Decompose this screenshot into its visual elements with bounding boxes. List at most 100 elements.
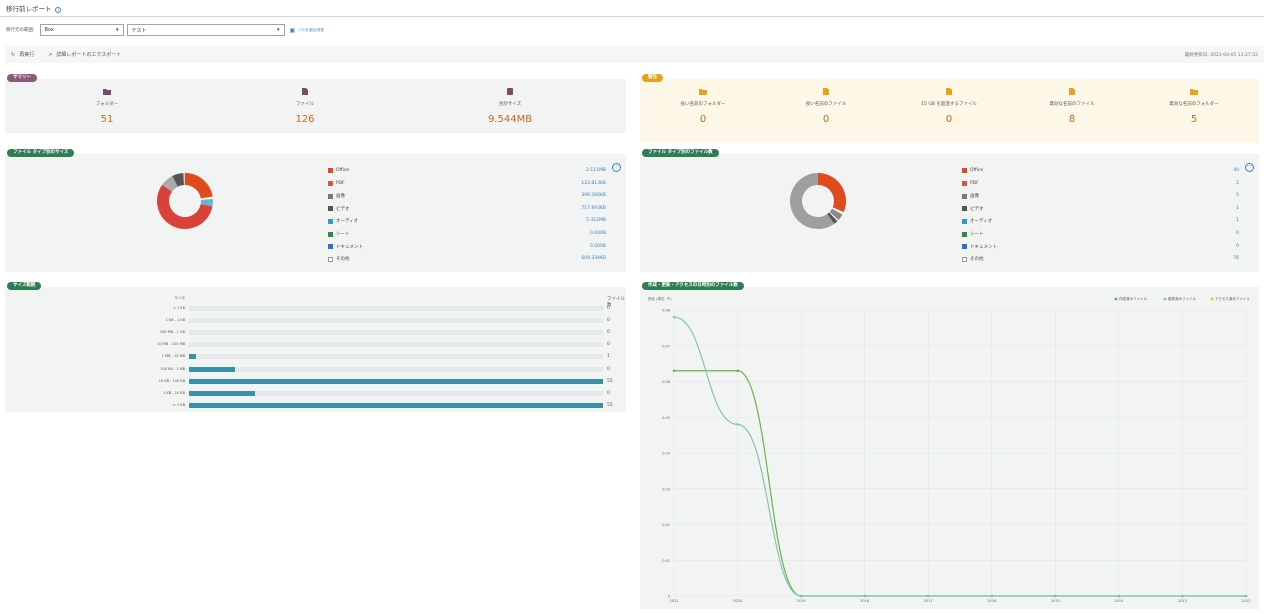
scope-select-value: テスト — [131, 27, 147, 34]
legend-value: 0 — [1236, 243, 1239, 249]
legend-row: 画像 — [328, 193, 345, 199]
path-edit-link[interactable]: パスを追加/変更 — [298, 28, 324, 33]
rerun-button[interactable]: ↻ 再実行 — [11, 51, 34, 59]
data-point[interactable] — [990, 594, 994, 598]
size-range-count: 0 — [607, 318, 610, 324]
warning-value: 5 — [1190, 114, 1198, 125]
data-point[interactable] — [799, 594, 803, 598]
warning-stat: 長い名前のファイル 0 — [771, 88, 881, 125]
chevron-down-icon: ▾ — [116, 27, 119, 33]
legend-label[interactable]: 更新済みファイル — [1168, 296, 1196, 301]
legend-label[interactable]: 作成済みファイル — [1119, 296, 1147, 301]
type-count-panel: Office 40 PDF 2 画像 5 ビデオ 1 オーディオ 1 シート 0 ドキュメント 0 その他 7… — [640, 154, 1259, 272]
y-tick-label: 0.03 — [662, 487, 670, 491]
donut-slice — [829, 211, 839, 222]
export-icon: ⇗ — [48, 51, 53, 58]
file-warning-icon — [1069, 88, 1075, 95]
legend-row: ドキュメント — [328, 244, 363, 250]
size-range-label: 1 MB - 10 MB — [161, 354, 185, 359]
x-tick-label: 2015 — [1051, 599, 1060, 603]
x-tick-label: 2018 — [860, 599, 869, 603]
info-icon[interactable]: i — [55, 6, 62, 13]
last-updated: 最終更新日: 2021-04-05 13:27:52 — [1184, 52, 1258, 58]
legend-label: シート — [970, 232, 984, 237]
x-tick-label: 2013 — [1178, 599, 1187, 603]
size-range-bar-fill — [189, 366, 235, 372]
donut-slice — [817, 173, 846, 213]
y-tick-label: 0.07 — [662, 344, 670, 348]
size-range-count: 0 — [607, 342, 610, 348]
legend-row: ドキュメント — [962, 244, 997, 250]
legend-row: ビデオ — [328, 206, 350, 212]
legend-marker — [1163, 297, 1167, 301]
x-tick-label: 2012 — [1242, 599, 1251, 603]
warning-value: 0 — [822, 114, 830, 125]
scope-select[interactable]: テスト ▾ — [126, 24, 285, 36]
file-icon — [302, 88, 308, 95]
pdf-icon — [962, 180, 967, 186]
folder-warning-icon — [699, 89, 707, 95]
source-select-value: Box — [44, 27, 54, 33]
warning-stat: 無効な名前のファイル 8 — [1017, 88, 1127, 125]
size-range-bar — [189, 366, 603, 372]
legend-label: 画像 — [336, 194, 345, 200]
size-range-label: < 1 KB — [172, 306, 185, 310]
legend-value: 1 — [1236, 218, 1239, 224]
type-count-tag: ファイル タイプ別のファイル数 — [642, 149, 719, 157]
warning-label: 無効な名前のフォルダー — [1169, 102, 1219, 107]
data-point[interactable] — [926, 594, 930, 598]
date-chart-tag: 作成・更新・アクセスの日時別のファイル数 — [642, 282, 744, 290]
sheet-icon — [328, 231, 333, 237]
more-options-button[interactable]: ⋯ — [1245, 163, 1254, 172]
size-range-count: 0 — [607, 390, 610, 396]
y-tick-label: 0.02 — [662, 523, 670, 527]
donut-slice — [831, 207, 844, 215]
legend-value: 2.111MB — [586, 168, 606, 173]
legend-label: オーディオ — [336, 219, 359, 225]
pdf-icon — [328, 180, 333, 186]
y-tick-label: 0.06 — [662, 380, 670, 384]
data-point[interactable] — [863, 594, 866, 598]
data-point[interactable] — [1054, 594, 1057, 598]
legend-row: シート — [962, 231, 984, 237]
legend-value: 609.334KB — [581, 256, 606, 262]
size-range-count: 1 — [607, 354, 610, 360]
size-range-bar — [189, 378, 603, 384]
size-range-label: 100 KB - 1 MB — [160, 366, 185, 371]
summary-tag: サマリー — [7, 74, 37, 82]
warnings-tag: 警告 — [642, 74, 663, 82]
type-size-tag: ファイル タイプ別のサイズ — [7, 149, 75, 157]
image-icon — [962, 193, 967, 199]
export-label: 詳細レポートのエクスポート — [56, 52, 122, 58]
legend-label: PDF — [336, 180, 345, 186]
files-label: ファイル — [296, 102, 314, 107]
warning-stat: 長い名前のフォルダー 0 — [648, 88, 758, 125]
legend-value: 40 — [1233, 168, 1239, 173]
source-select[interactable]: Box ▾ — [39, 24, 124, 36]
data-point[interactable] — [736, 369, 739, 373]
refresh-icon: ↻ — [11, 51, 16, 58]
size-range-panel: サイズ ファイル数 < 1 KB 0 1 KB - 1 KB 0 100 MB - 1 … — [5, 287, 626, 412]
legend-row: 画像 — [962, 193, 979, 199]
data-point[interactable] — [736, 423, 739, 426]
more-options-button[interactable]: ⋯ — [612, 163, 621, 172]
data-point[interactable] — [672, 369, 676, 373]
size-range-count: 0 — [607, 366, 610, 372]
size-range-count: 55 — [607, 402, 613, 408]
date-line-chart: 割合 (単位: 千) 0.08 0.07 0.06 0.05 0.04 0.03 0.02 0.… — [648, 296, 1251, 603]
files-value: 126 — [295, 114, 315, 125]
warning-stat: 15 GB を超過するファイル 0 — [894, 88, 1004, 125]
data-point[interactable] — [672, 315, 676, 319]
legend-label: ドキュメント — [970, 244, 997, 250]
other-icon — [328, 256, 333, 262]
warning-label: 長い名前のフォルダー — [680, 102, 726, 107]
image-icon — [328, 193, 333, 199]
path-edit-icon[interactable]: ▣ — [290, 27, 296, 34]
data-point[interactable] — [1117, 594, 1121, 598]
data-point[interactable] — [1244, 594, 1248, 598]
type-size-panel: Office 2.111MB PDF 123.813KB 画像 396.566KB ビデオ 7… — [5, 154, 626, 272]
data-point[interactable] — [1181, 594, 1184, 598]
export-button[interactable]: ⇗ 詳細レポートのエクスポート — [48, 51, 122, 59]
document-icon — [962, 244, 967, 250]
legend-label[interactable]: アクセス済みファイル — [1215, 296, 1250, 301]
